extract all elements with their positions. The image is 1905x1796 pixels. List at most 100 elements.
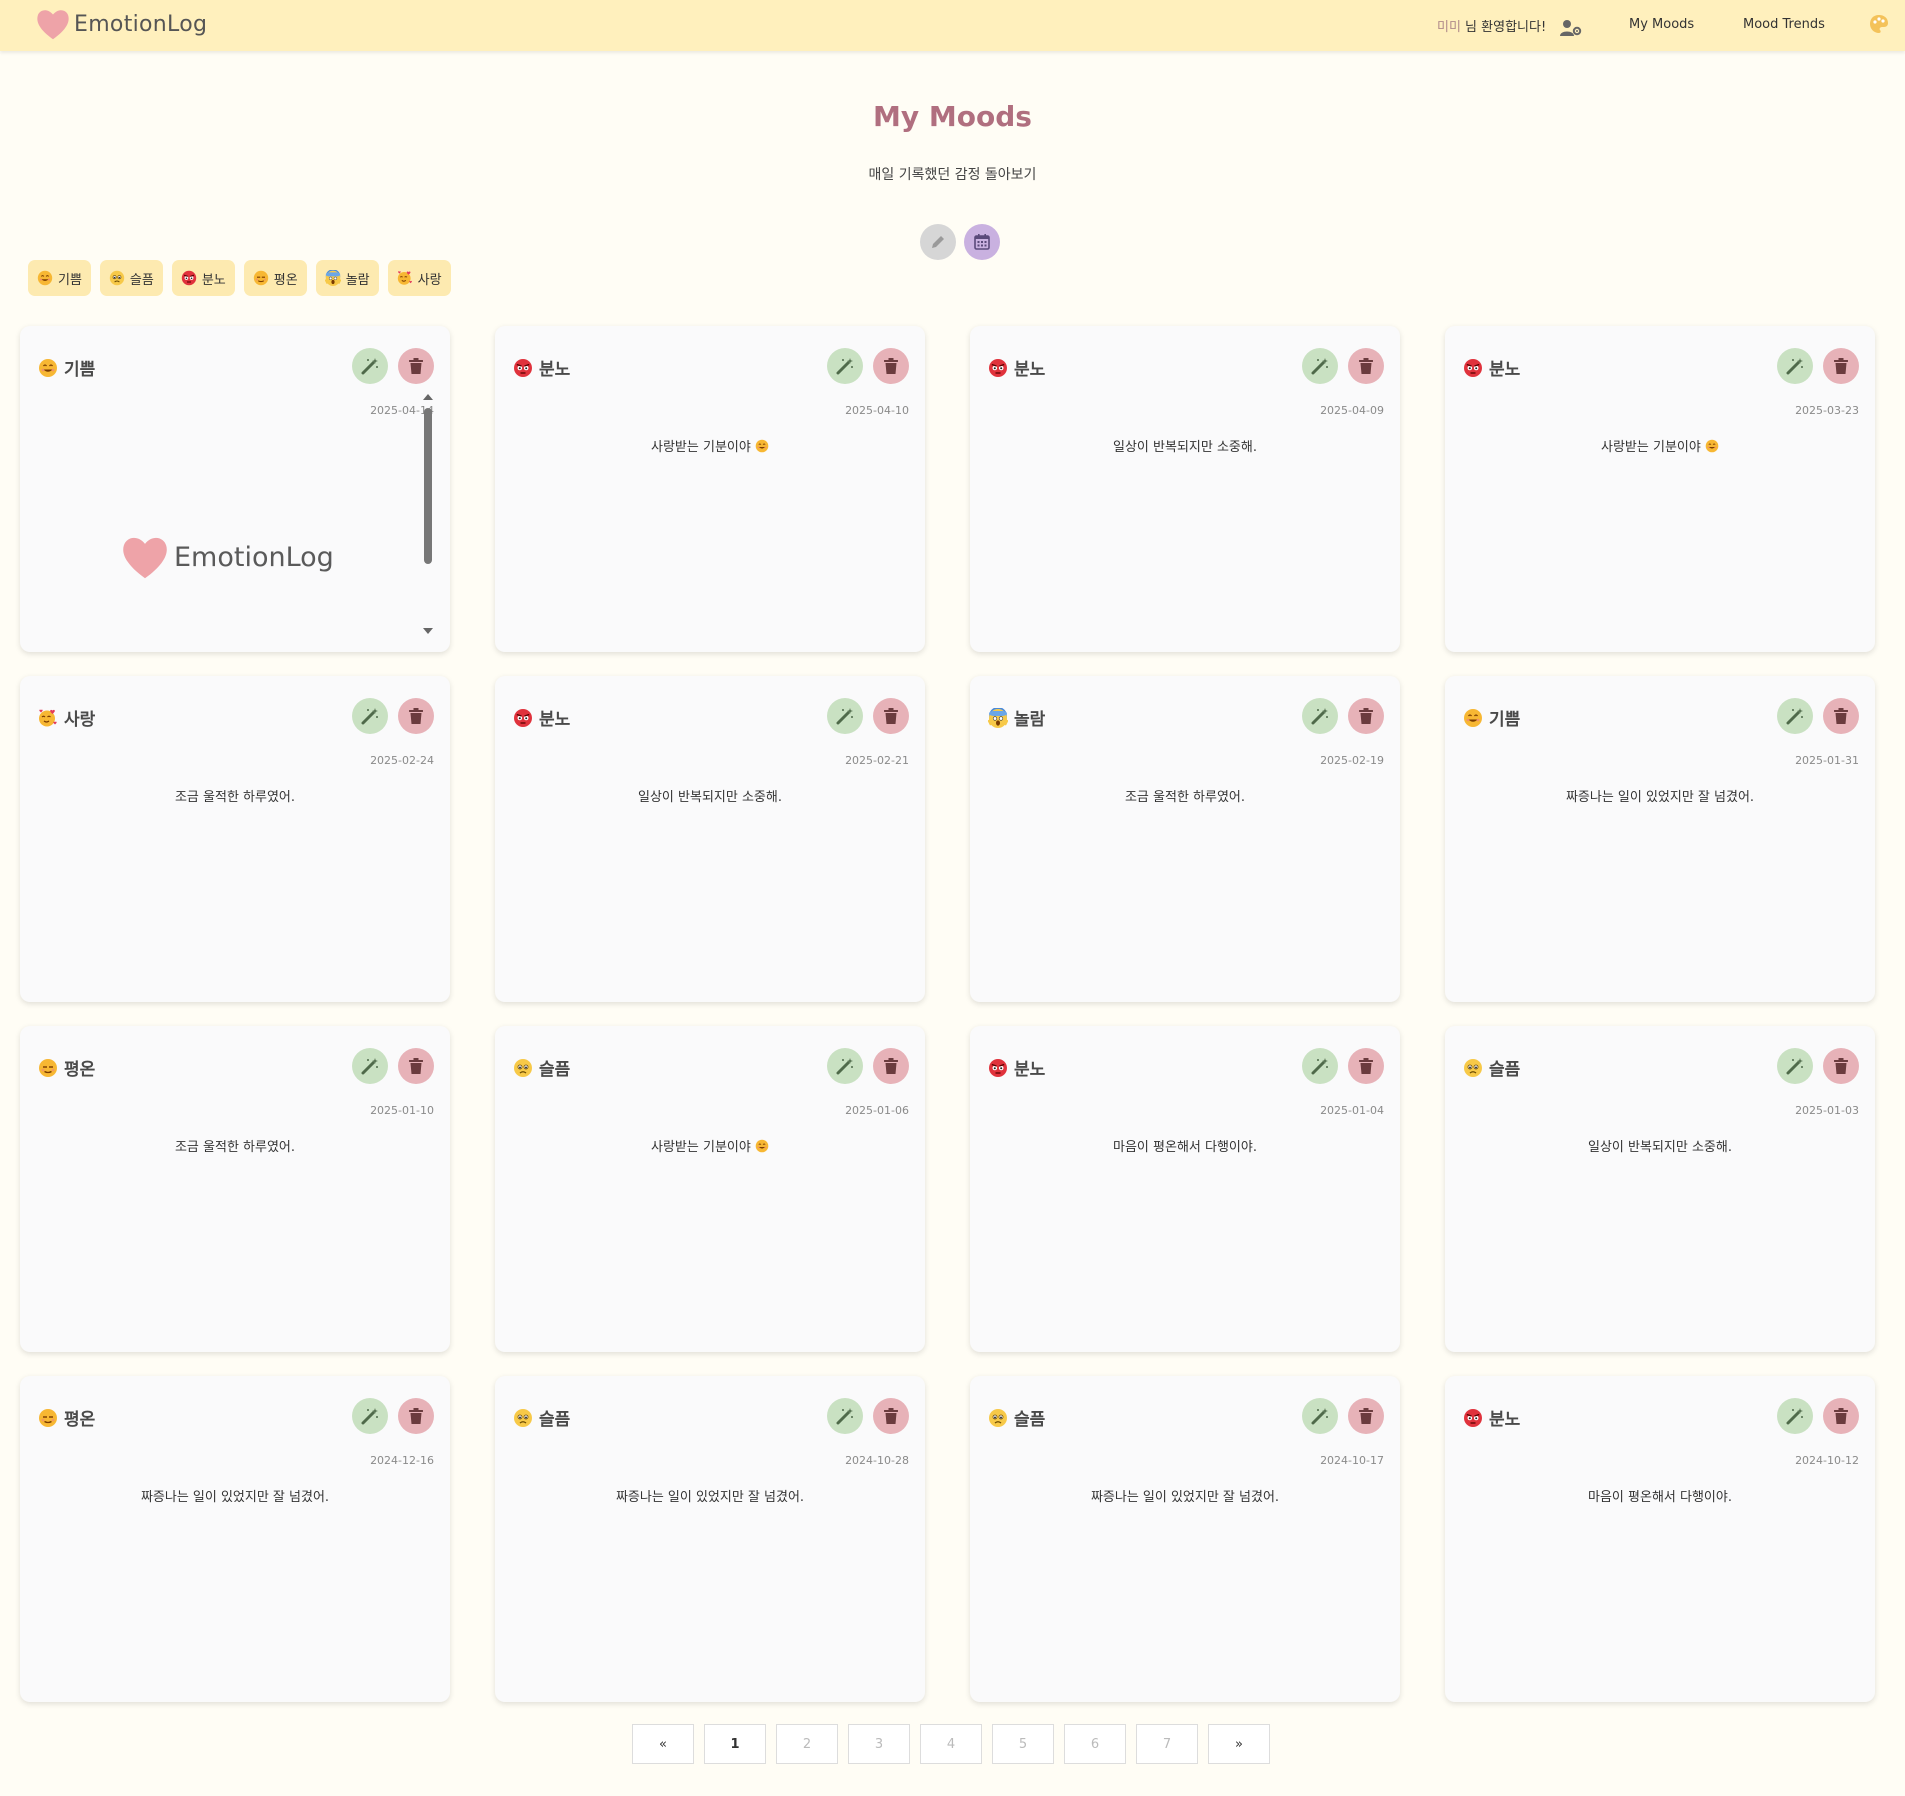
card-date: 2025-01-04 <box>1320 1104 1384 1117</box>
next-page-button[interactable]: » <box>1208 1724 1270 1764</box>
brand-logo[interactable]: EmotionLog <box>34 5 207 43</box>
palette-icon[interactable] <box>1868 13 1890 35</box>
scrollbar-thumb[interactable] <box>424 408 432 564</box>
card-emotion-label: 놀람 <box>1014 710 1046 730</box>
mood-card[interactable]: 기쁨 2025-01-31 짜증나는 일이 있었지만 잘 넘겼어. <box>1445 676 1875 1002</box>
edit-button[interactable] <box>1302 348 1338 384</box>
delete-button[interactable] <box>873 698 909 734</box>
joy-emoji-icon <box>755 1139 769 1153</box>
filter-chip[interactable]: 사랑 <box>387 260 451 296</box>
card-date: 2025-01-31 <box>1795 754 1859 767</box>
delete-button[interactable] <box>873 348 909 384</box>
magic-wand-icon <box>361 1408 378 1425</box>
filter-chip[interactable]: 평온 <box>243 260 307 296</box>
filter-chip[interactable]: 기쁨 <box>28 260 91 296</box>
mood-card[interactable]: 슬픔 2024-10-17 짜증나는 일이 있었지만 잘 넘겼어. <box>970 1376 1400 1702</box>
delete-button[interactable] <box>1823 348 1859 384</box>
filter-chip[interactable]: 슬픔 <box>99 260 163 296</box>
filter-chip[interactable]: 분노 <box>171 260 235 296</box>
trash-icon <box>1359 1408 1373 1424</box>
card-emotion: 슬픔 <box>988 1405 1045 1430</box>
sad-emoji-icon <box>989 1408 1007 1427</box>
edit-button[interactable] <box>1777 348 1813 384</box>
delete-button[interactable] <box>873 1398 909 1434</box>
card-text: 짜증나는 일이 있었지만 잘 넘겼어. <box>495 1486 925 1505</box>
mood-card[interactable]: 분노 2025-04-09 일상이 반복되지만 소중해. <box>970 326 1400 652</box>
scroll-up-arrow[interactable] <box>423 394 433 400</box>
delete-button[interactable] <box>1348 698 1384 734</box>
mood-card[interactable]: 평온 2024-12-16 짜증나는 일이 있었지만 잘 넘겼어. <box>20 1376 450 1702</box>
edit-button[interactable] <box>352 348 388 384</box>
edit-button[interactable] <box>352 1398 388 1434</box>
sad-emoji-icon <box>1464 1058 1482 1077</box>
page-number-button[interactable]: 1 <box>704 1724 766 1764</box>
nav-link-my-moods[interactable]: My Moods <box>1629 17 1694 32</box>
user-nickname: 미미 <box>1437 20 1461 35</box>
delete-button[interactable] <box>398 698 434 734</box>
delete-button[interactable] <box>1348 1048 1384 1084</box>
card-text-content: 마음이 평온해서 다행이야. <box>1113 1140 1257 1155</box>
mood-card[interactable]: 분노 2025-04-10 사랑받는 기분이야 <box>495 326 925 652</box>
magic-wand-icon <box>1311 1058 1328 1075</box>
page-number-button[interactable]: 2 <box>776 1724 838 1764</box>
edit-button[interactable] <box>827 698 863 734</box>
magic-wand-icon <box>836 708 853 725</box>
delete-button[interactable] <box>398 348 434 384</box>
edit-button[interactable] <box>1302 1398 1338 1434</box>
delete-button[interactable] <box>1348 348 1384 384</box>
edit-button[interactable] <box>352 1048 388 1084</box>
card-date: 2025-04-09 <box>1320 404 1384 417</box>
delete-button[interactable] <box>873 1048 909 1084</box>
mood-card[interactable]: 사랑 2025-02-24 조금 울적한 하루였어. <box>20 676 450 1002</box>
user-settings-icon[interactable] <box>1560 19 1582 37</box>
write-mode-button[interactable] <box>920 224 956 260</box>
delete-button[interactable] <box>398 1398 434 1434</box>
edit-button[interactable] <box>1777 1048 1813 1084</box>
scroll-down-arrow[interactable] <box>423 628 433 634</box>
trash-icon <box>409 1408 423 1424</box>
filter-chip[interactable]: 놀람 <box>315 260 379 296</box>
mood-card-grid: 기쁨 2025-04-14 EmotionLog 분노 2025-04-10 사랑받는 기… <box>20 326 1875 1702</box>
heart-logo-icon <box>37 10 69 40</box>
edit-button[interactable] <box>1777 698 1813 734</box>
page-number-button[interactable]: 4 <box>920 1724 982 1764</box>
mood-card[interactable]: 슬픔 2024-10-28 짜증나는 일이 있었지만 잘 넘겼어. <box>495 1376 925 1702</box>
page-number-button[interactable]: 3 <box>848 1724 910 1764</box>
mood-card[interactable]: 기쁨 2025-04-14 EmotionLog <box>20 326 450 652</box>
edit-button[interactable] <box>827 1398 863 1434</box>
calendar-icon <box>974 234 990 250</box>
edit-button[interactable] <box>1302 698 1338 734</box>
mood-card[interactable]: 슬픔 2025-01-03 일상이 반복되지만 소중해. <box>1445 1026 1875 1352</box>
card-emotion-label: 평온 <box>64 1410 96 1430</box>
edit-button[interactable] <box>827 348 863 384</box>
mood-card[interactable]: 분노 2024-10-12 마음이 평온해서 다행이야. <box>1445 1376 1875 1702</box>
mood-card[interactable]: 놀람 2025-02-19 조금 울적한 하루였어. <box>970 676 1400 1002</box>
card-date: 2025-04-10 <box>845 404 909 417</box>
card-date: 2024-10-28 <box>845 1454 909 1467</box>
mood-card[interactable]: 분노 2025-02-21 일상이 반복되지만 소중해. <box>495 676 925 1002</box>
edit-button[interactable] <box>1777 1398 1813 1434</box>
edit-button[interactable] <box>1302 1048 1338 1084</box>
mood-card[interactable]: 슬픔 2025-01-06 사랑받는 기분이야 <box>495 1026 925 1352</box>
delete-button[interactable] <box>1823 1048 1859 1084</box>
prev-page-button[interactable]: « <box>632 1724 694 1764</box>
card-emotion-label: 분노 <box>1489 1410 1521 1430</box>
nav-link-mood-trends[interactable]: Mood Trends <box>1743 17 1825 32</box>
mood-card[interactable]: 분노 2025-01-04 마음이 평온해서 다행이야. <box>970 1026 1400 1352</box>
card-date: 2025-01-03 <box>1795 1104 1859 1117</box>
card-emotion-label: 사랑 <box>64 710 96 730</box>
delete-button[interactable] <box>398 1048 434 1084</box>
calendar-view-button[interactable] <box>964 224 1000 260</box>
edit-button[interactable] <box>352 698 388 734</box>
mood-card[interactable]: 분노 2025-03-23 사랑받는 기분이야 <box>1445 326 1875 652</box>
mood-card[interactable]: 평온 2025-01-10 조금 울적한 하루였어. <box>20 1026 450 1352</box>
page-number-button[interactable]: 5 <box>992 1724 1054 1764</box>
magic-wand-icon <box>1786 708 1803 725</box>
page-number-button[interactable]: 7 <box>1136 1724 1198 1764</box>
page-number-button[interactable]: 6 <box>1064 1724 1126 1764</box>
edit-button[interactable] <box>827 1048 863 1084</box>
card-emotion: 사랑 <box>38 705 95 730</box>
delete-button[interactable] <box>1823 698 1859 734</box>
delete-button[interactable] <box>1348 1398 1384 1434</box>
delete-button[interactable] <box>1823 1398 1859 1434</box>
